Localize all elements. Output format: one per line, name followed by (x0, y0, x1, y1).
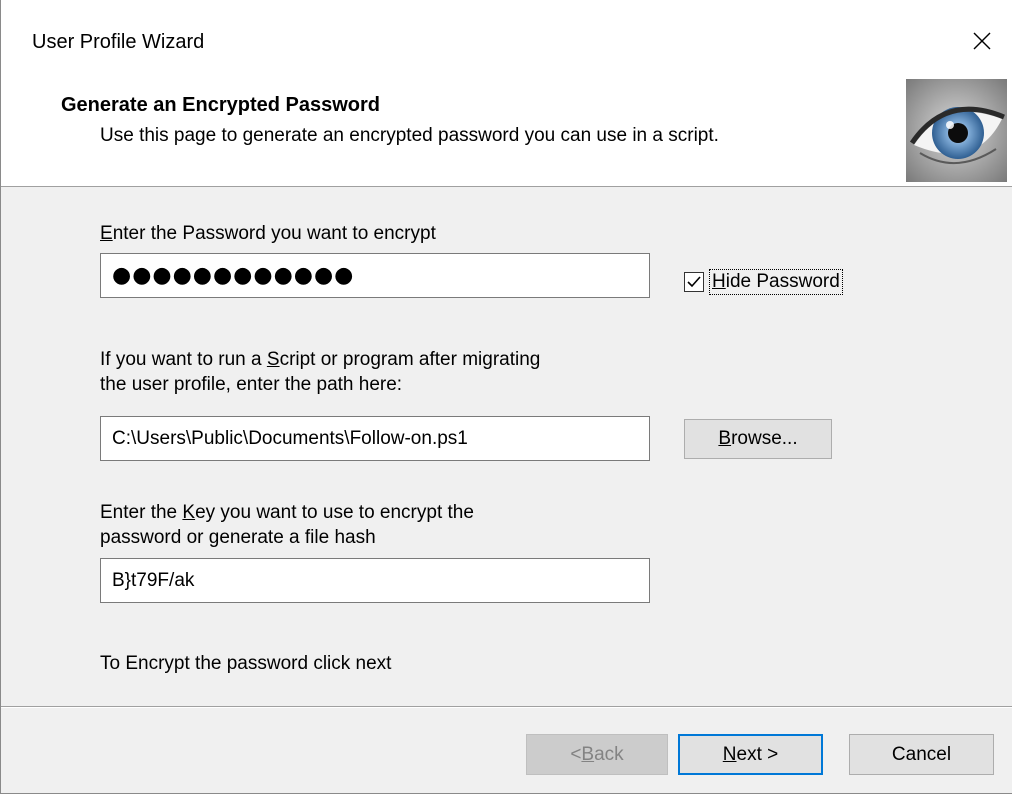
key-value: B}t79F/ak (112, 569, 195, 591)
eye-logo (906, 79, 1007, 182)
wizard-window: User Profile Wizard Generate an Encrypte… (0, 0, 1012, 794)
close-button[interactable] (956, 18, 1008, 64)
cancel-button[interactable]: Cancel (849, 734, 994, 775)
next-button[interactable]: Next > (678, 734, 823, 775)
page-subtitle: Use this page to generate an encrypted p… (100, 125, 719, 146)
script-label: If you want to run a Script or program a… (100, 349, 541, 370)
instruction-text: To Encrypt the password click next (100, 653, 392, 674)
title-bar: User Profile Wizard (1, 0, 1012, 74)
script-label-line2: the user profile, enter the path here: (100, 374, 403, 395)
wizard-header: Generate an Encrypted Password Use this … (1, 74, 1012, 187)
back-button[interactable]: < Back (526, 734, 668, 775)
password-mask: ●●●●●●●●●●●● (112, 263, 355, 288)
key-label: Enter the Key you want to use to encrypt… (100, 502, 474, 523)
browse-button[interactable]: Browse... (684, 419, 832, 459)
password-label: Enter the Password you want to encrypt (100, 223, 436, 244)
hide-password-label[interactable]: Hide Password (709, 269, 843, 295)
window-title: User Profile Wizard (32, 31, 205, 53)
password-input[interactable]: ●●●●●●●●●●●● (100, 253, 650, 298)
script-path-input[interactable]: C:\Users\Public\Documents\Follow-on.ps1 (100, 416, 650, 461)
key-label-line2: password or generate a file hash (100, 527, 376, 548)
key-input[interactable]: B}t79F/ak (100, 558, 650, 603)
close-icon (973, 32, 991, 50)
script-path-value: C:\Users\Public\Documents\Follow-on.ps1 (112, 427, 468, 449)
page-title: Generate an Encrypted Password (61, 94, 381, 116)
hide-password-checkbox[interactable] (684, 272, 704, 292)
checkmark-icon (687, 276, 701, 288)
footer-divider (1, 706, 1012, 708)
